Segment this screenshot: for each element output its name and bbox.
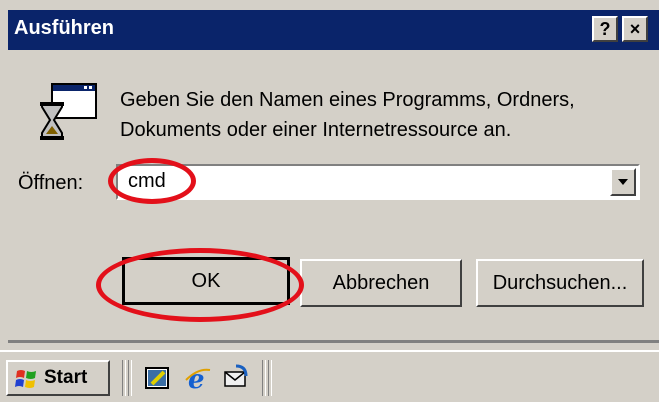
outlook-express-icon[interactable] xyxy=(222,364,250,392)
chevron-down-icon xyxy=(618,179,628,185)
taskbar-separator xyxy=(262,360,266,396)
svg-text:e: e xyxy=(188,365,205,392)
start-button[interactable]: Start xyxy=(6,360,110,396)
taskbar-separator xyxy=(122,360,126,396)
run-dialog: Ausführen ? × Geben Sie den Namen eines … xyxy=(0,0,659,350)
taskbar-separator xyxy=(268,360,272,396)
cancel-button[interactable]: Abbrechen xyxy=(300,259,462,307)
open-label: Öffnen: xyxy=(18,172,84,194)
description-line-2: Dokuments oder einer Internetressource a… xyxy=(120,119,512,141)
window-frame-bottom xyxy=(8,340,659,343)
open-combobox[interactable]: cmd xyxy=(116,164,640,200)
window-title: Ausführen xyxy=(14,17,114,39)
title-bar[interactable]: Ausführen ? × xyxy=(8,10,659,50)
dialog-description: Geben Sie den Namen eines Programms, Ord… xyxy=(120,85,575,145)
help-button[interactable]: ? xyxy=(592,16,618,42)
ok-button[interactable]: OK xyxy=(122,257,290,305)
windows-logo-icon xyxy=(15,370,36,388)
window-frame xyxy=(0,0,8,350)
close-button[interactable]: × xyxy=(622,16,648,42)
taskbar-separator xyxy=(128,360,132,396)
run-program-icon xyxy=(40,83,97,140)
start-label: Start xyxy=(44,367,88,388)
internet-explorer-icon[interactable]: e xyxy=(184,364,212,392)
taskbar: Start e xyxy=(0,350,659,402)
description-line-1: Geben Sie den Namen eines Programms, Ord… xyxy=(120,89,575,111)
show-desktop-icon[interactable] xyxy=(144,364,172,392)
open-input[interactable]: cmd xyxy=(128,170,166,193)
combo-dropdown-button[interactable] xyxy=(610,168,636,196)
browse-button[interactable]: Durchsuchen... xyxy=(476,259,644,307)
